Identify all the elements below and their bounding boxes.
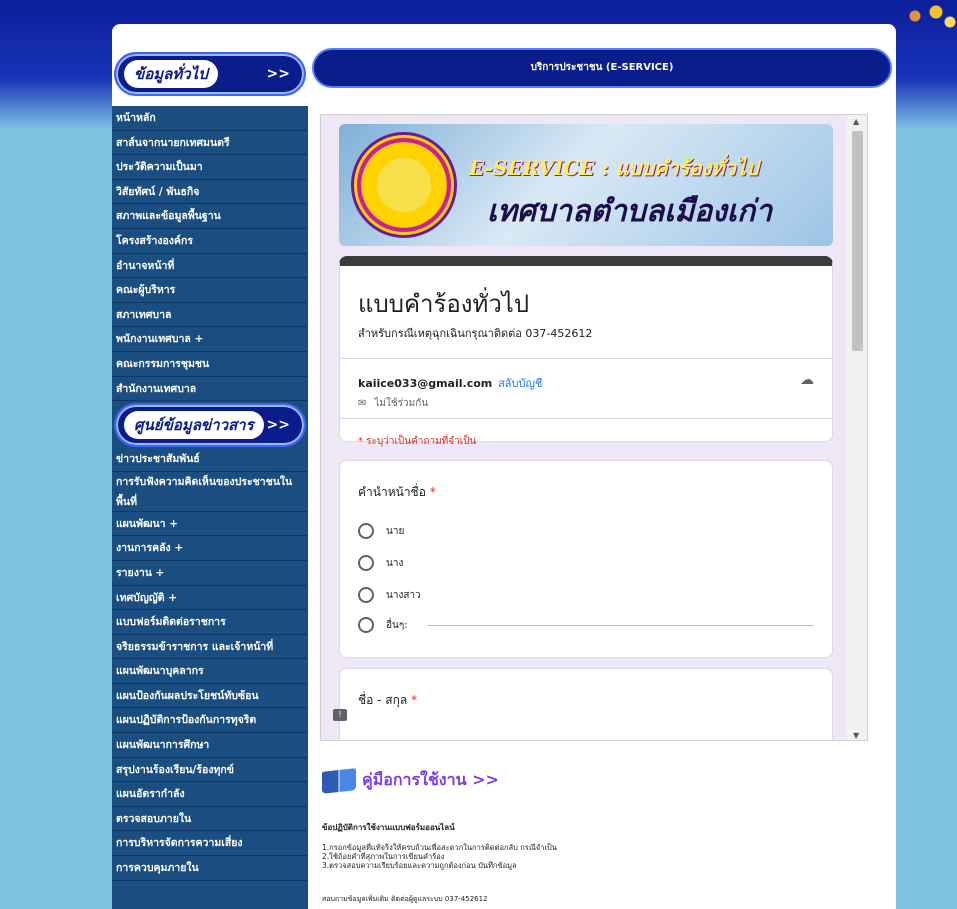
info-center-arrow: >>	[266, 417, 290, 434]
required-star: *	[429, 485, 436, 499]
sidebar-item-hr-plan[interactable]: แผนพัฒนาบุคลากร	[112, 659, 308, 684]
sidebar-item-reports[interactable]: รายงาน +	[112, 561, 308, 586]
sidebar-info-list: ข่าวประชาสัมพันธ์ การรับฟังความคิดเห็นขอ…	[112, 447, 308, 881]
sidebar-item-anticorruption[interactable]: แผนปฏิบัติการป้องกันการทุจริต	[112, 708, 308, 734]
divider	[340, 418, 832, 419]
form-description: สำหรับกรณีเหตุฉุกเฉินกรุณาติดต่อ 037-452…	[358, 327, 593, 340]
radio-button[interactable]	[358, 555, 374, 571]
sidebar-item-duties[interactable]: อำนาจหน้าที่	[112, 254, 308, 279]
scroll-thumb[interactable]	[852, 131, 863, 351]
radio-button[interactable]	[358, 587, 374, 603]
general-info-arrow: >>	[266, 66, 290, 82]
contact-info: สอบถามข้อมูลเพิ่มเติม ติดต่อผู้ดูแลระบบ …	[322, 895, 488, 903]
hero-thai-title: เทศบาลตำบลเมืองเก่า	[487, 194, 773, 229]
sidebar-section-general-header: ข้อมูลทั่วไป >>	[112, 48, 308, 106]
sidebar-item-news[interactable]: ข่าวประชาสัมพันธ์	[112, 447, 308, 472]
feedback-icon[interactable]: !	[333, 709, 347, 721]
question-name-card: ชื่อ - สกุล *	[339, 668, 833, 740]
form-iframe: E-SERVICE : แบบคำร้องทั่วไป เทศบาลตำบลเม…	[320, 114, 868, 741]
sidebar-item-basic-info[interactable]: สภาพและข้อมูลพื้นฐาน	[112, 204, 308, 229]
sidebar-item-structure[interactable]: โครงสร้างองค์กร	[112, 229, 308, 254]
hero-english-title: E-SERVICE : แบบคำร้องทั่วไป	[469, 156, 759, 180]
sidebar-item-manpower[interactable]: แผนอัตรากำลัง	[112, 782, 308, 807]
sidebar-item-council[interactable]: สภาเทศบาล	[112, 303, 308, 328]
sidebar-item-complaints[interactable]: สรุปงานร้องเรียน/ร้องทุกข์	[112, 758, 308, 783]
rules-title: ข้อปฏิบัติการใช้งานแบบฟอร์มออนไลน์	[322, 823, 455, 832]
required-note: * ระบุว่าเป็นคำถามที่จำเป็น	[358, 436, 477, 447]
question-label: คำนำหน้าชื่อ *	[358, 483, 436, 502]
sidebar-item-dev-plan[interactable]: แผนพัฒนา +	[112, 512, 308, 537]
book-icon	[322, 767, 356, 794]
sidebar-item-mayor-message[interactable]: สาส์นจากนายกเทศมนตรี	[112, 131, 308, 156]
municipality-seal-icon	[351, 132, 457, 238]
radio-label: นาย	[386, 525, 405, 537]
sidebar-item-finance[interactable]: งานการคลัง +	[112, 536, 308, 561]
required-star: *	[411, 693, 418, 707]
sidebar-item-conflict[interactable]: แผนป้องกันผลประโยชน์ทับซ้อน	[112, 684, 308, 709]
radio-option-mrs[interactable]: นาง	[358, 555, 403, 571]
share-status: ✉ ไม่ใช้ร่วมกัน	[358, 396, 428, 411]
scroll-down-icon[interactable]: ▼	[853, 731, 859, 740]
sidebar-item-ethics[interactable]: จริยธรรมข้าราชการ และเจ้าหน้าที่	[112, 635, 308, 660]
general-info-pill[interactable]: ข้อมูลทั่วไป >>	[114, 52, 306, 96]
sidebar-item-ordinance[interactable]: เทศบัญญัติ +	[112, 586, 308, 611]
radio-option-miss[interactable]: นางสาว	[358, 587, 421, 603]
account-email: kaiice033@gmail.com สลับบัญชี	[358, 374, 542, 392]
sidebar: ข้อมูลทั่วไป >> หน้าหลัก สาส์นจากนายกเทศ…	[112, 48, 308, 909]
mail-icon: ✉	[358, 398, 367, 409]
sidebar-item-history[interactable]: ประวัติความเป็นมา	[112, 155, 308, 180]
sidebar-item-forms[interactable]: แบบฟอร์มติดต่อราชการ	[112, 610, 308, 635]
eservice-banner: บริการประชาชน (E-SERVICE)	[312, 48, 892, 88]
radio-button[interactable]	[358, 617, 374, 633]
form-header-image: E-SERVICE : แบบคำร้องทั่วไป เทศบาลตำบลเม…	[339, 124, 833, 246]
rule-item: 2.ใช้ถ้อยคำที่สุภาพในการเขียนคำร้อง	[322, 852, 445, 861]
manual-link-row[interactable]: คู่มือการใช้งาน >>	[322, 767, 499, 794]
info-center-pill[interactable]: ศูนย์ข้อมูลข่าวสาร >>	[114, 403, 306, 448]
sidebar-item-executives[interactable]: คณะผู้บริหาร	[112, 278, 308, 303]
question-label: ชื่อ - สกุล *	[358, 691, 417, 710]
sidebar-item-audit[interactable]: ตรวจสอบภายใน	[112, 807, 308, 832]
sidebar-item-office[interactable]: สำนักงานเทศบาล	[112, 377, 308, 402]
form-title-card: แบบคำร้องทั่วไป สำหรับกรณีเหตุฉุกเฉินกรุ…	[339, 256, 833, 447]
radio-label: นาง	[386, 557, 404, 569]
radio-option-mr[interactable]: นาย	[358, 523, 404, 539]
rule-item: 3.ตรวจสอบความเรียบร้อยและความถูกต้องก่อน…	[322, 861, 517, 870]
sidebar-item-community[interactable]: คณะกรรมการชุมชน	[112, 352, 308, 377]
sidebar-general-list: หน้าหลัก สาส์นจากนายกเทศมนตรี ประวัติควา…	[112, 106, 308, 402]
general-info-title: ข้อมูลทั่วไป	[124, 60, 218, 88]
sidebar-item-vision[interactable]: วิสัยทัศน์ / พันธกิจ	[112, 180, 308, 205]
radio-button[interactable]	[358, 523, 374, 539]
other-text-input[interactable]	[427, 624, 814, 626]
sidebar-item-risk[interactable]: การบริหารจัดการความเสี่ยง	[112, 831, 308, 857]
sidebar-item-home[interactable]: หน้าหลัก	[112, 106, 308, 131]
question-label-text: ชื่อ - สกุล	[358, 693, 408, 707]
radio-label: อื่นๆ:	[386, 619, 408, 631]
decorative-flower	[887, 0, 957, 40]
divider	[340, 358, 832, 359]
rules-list: 1.กรอกข้อมูลที่แท้จริงให้ครบถ้วนเพื่อสะด…	[322, 843, 557, 870]
sidebar-section-info-header: ศูนย์ข้อมูลข่าวสาร >>	[112, 401, 308, 448]
rule-item: 1.กรอกข้อมูลที่แท้จริงให้ครบถ้วนเพื่อสะด…	[322, 843, 557, 852]
sidebar-item-internal-control[interactable]: การควบคุมภายใน	[112, 856, 308, 881]
cloud-check-icon: ☁	[800, 372, 814, 388]
sidebar-item-education[interactable]: แผนพัฒนาการศึกษา	[112, 733, 308, 758]
iframe-scrollbar[interactable]: ▲ ▼	[847, 115, 867, 740]
info-center-title: ศูนย์ข้อมูลข่าวสาร	[124, 411, 264, 440]
page-container: ข้อมูลทั่วไป >> หน้าหลัก สาส์นจากนายกเทศ…	[112, 24, 896, 909]
question-title-card: คำนำหน้าชื่อ * นาย นาง นางสาว อื่นๆ:	[339, 460, 833, 658]
not-shared-text: ไม่ใช้ร่วมกัน	[374, 398, 429, 409]
radio-option-other[interactable]: อื่นๆ:	[358, 617, 814, 633]
radio-label: นางสาว	[386, 589, 421, 601]
question-label-text: คำนำหน้าชื่อ	[358, 485, 426, 499]
sidebar-item-public-hearing[interactable]: การรับฟังความคิดเห็นของประชาชนในพื้นที่	[112, 472, 308, 512]
sidebar-item-staff[interactable]: พนักงานเทศบาล +	[112, 327, 308, 352]
manual-link[interactable]: คู่มือการใช้งาน >>	[362, 768, 499, 793]
switch-account-link[interactable]: สลับบัญชี	[498, 377, 542, 390]
form-title: แบบคำร้องทั่วไป	[358, 290, 530, 318]
email-text: kaiice033@gmail.com	[358, 377, 493, 390]
scroll-up-icon[interactable]: ▲	[853, 117, 859, 126]
